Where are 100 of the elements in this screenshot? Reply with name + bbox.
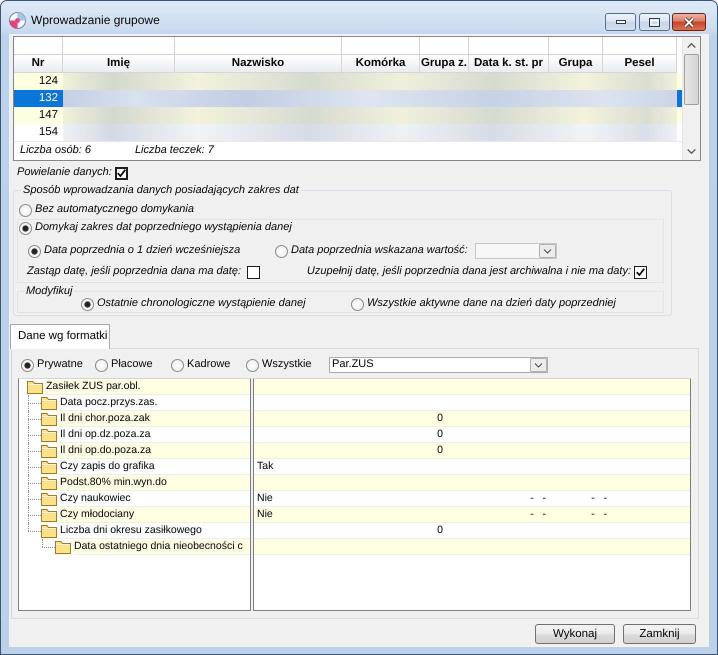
checkbox-label: Zastąp datę, jeśli poprzednia dana ma datę: [27, 265, 242, 279]
dialog-button[interactable]: Wykonaj [535, 624, 615, 644]
checkbox[interactable] [114, 166, 128, 180]
tree-item[interactable]: Il dni chor.poza.zak [59, 411, 250, 427]
row-number: 154 [38, 125, 59, 140]
filter-field[interactable] [63, 37, 175, 55]
radio-button[interactable] [171, 358, 184, 372]
tree-item[interactable]: Czy młodociany [59, 507, 250, 523]
tree-item[interactable]: Czy naukowiec [59, 491, 250, 507]
radio-button[interactable] [19, 204, 32, 216]
maximize-icon [649, 18, 660, 26]
tree-item[interactable]: Data pocz.przys.zas. [59, 395, 250, 411]
filter-field[interactable] [14, 37, 63, 55]
checkmark-icon [116, 169, 126, 177]
row-number: 147 [38, 108, 59, 123]
filter-field[interactable] [420, 37, 469, 55]
option-label: Wszystkie [262, 358, 312, 372]
radio-button[interactable] [19, 222, 32, 234]
filter-field[interactable] [342, 37, 420, 55]
column-header[interactable]: Imię [63, 55, 175, 73]
option-label: Ostatnie chronologiczne wystąpienie danej [97, 297, 306, 311]
column-header[interactable]: Komórka [342, 55, 420, 73]
column-header[interactable]: Data k. st. pr [469, 55, 549, 73]
field-value: - - [590, 491, 607, 506]
radio-button[interactable] [275, 244, 288, 258]
column-header[interactable]: Pesel [603, 55, 677, 73]
checkbox-label: Uzupełnij datę, jeśli poprzednia dana jest archiwalna i nie ma daty: [306, 265, 631, 279]
field-value: Tak [256, 459, 274, 474]
radio-button[interactable] [81, 298, 94, 310]
window-title: Wprowadzanie grupowe [31, 12, 161, 28]
column-header[interactable]: Nazwisko [175, 55, 342, 73]
tree-item[interactable]: Data ostatniego dnia nieobecności c [73, 539, 250, 555]
field-value: 0 [436, 427, 443, 442]
tree-item[interactable]: Zasiłek ZUS par.obl. [45, 379, 250, 395]
summary-text: Liczba osób: 6 [20, 144, 91, 158]
tree-item[interactable]: Il dni op.dz.poza.za [59, 427, 250, 443]
maximize-button[interactable] [639, 13, 670, 31]
tree-item[interactable]: Liczba dni okresu zasiłkowego [59, 523, 250, 539]
close-icon [683, 16, 695, 28]
column-header[interactable]: Grupa z. [420, 55, 469, 73]
filter-field[interactable] [603, 37, 677, 55]
group-title: Modyfikuj [25, 285, 74, 297]
chevron-down-icon [530, 358, 547, 372]
tree-item[interactable]: Czy zapis do grafika [59, 459, 250, 475]
tab[interactable]: Dane wg formatki [10, 324, 110, 349]
checkmark-icon [636, 268, 645, 276]
option-label: Data poprzednia wskazana wartość: [291, 244, 468, 258]
dialog-button[interactable]: Zamknij [623, 624, 696, 644]
folder-icon [55, 540, 71, 554]
option-label: Płacowe [111, 358, 153, 372]
group-title: Sposób wprowadzania danych posiadających zakres dat [22, 183, 300, 197]
row-number: 132 [38, 91, 59, 106]
checkbox[interactable] [634, 266, 647, 278]
column-header[interactable]: Grupa [549, 55, 603, 73]
radio-button[interactable] [351, 298, 364, 310]
close-button[interactable] [672, 13, 706, 31]
checkbox-label: Powielanie danych: [17, 166, 112, 180]
table-row[interactable]: 132 [14, 90, 682, 107]
filter-field[interactable] [175, 37, 342, 55]
folder-icon [41, 492, 57, 506]
folder-icon [41, 508, 57, 522]
option-label: Wszystkie aktywne dane na dzień daty poprzedniej [367, 297, 616, 311]
field-value: 0 [436, 523, 443, 538]
column-header[interactable]: Nr [14, 55, 63, 73]
field-value: Nie [256, 507, 274, 522]
minimize-icon [616, 20, 626, 24]
chevron-down-icon [687, 149, 696, 154]
table-row[interactable]: 124 [14, 73, 682, 90]
filter-field[interactable] [469, 37, 549, 55]
field-value: Nie [256, 491, 274, 506]
folder-icon [41, 476, 57, 490]
app-icon [9, 12, 26, 28]
filter-field[interactable] [549, 37, 603, 55]
chevron-down-icon [539, 244, 556, 258]
checkbox[interactable] [247, 266, 260, 278]
dropdown[interactable]: Par.ZUS [329, 357, 548, 373]
table-row[interactable]: 147 [14, 107, 682, 124]
folder-icon [41, 396, 57, 410]
folder-icon [41, 412, 57, 426]
option-label: Data poprzednia o 1 dzień wcześniejsza [44, 244, 240, 258]
radio-button[interactable] [21, 358, 34, 372]
option-label: Domykaj zakres dat poprzedniego wystąpienia danej [35, 221, 292, 235]
tree-item[interactable]: Il dni op.do.poza.za [59, 443, 250, 459]
radio-button[interactable] [28, 244, 41, 258]
folder-icon [41, 460, 57, 474]
scrollbar-thumb[interactable] [684, 54, 699, 105]
field-value: 0 [436, 443, 443, 458]
tree-item[interactable]: Podst.80% min.wyn.do [59, 475, 250, 491]
folder-icon [41, 428, 57, 442]
option-label: Kadrowe [187, 358, 230, 372]
field-value: 0 [436, 411, 443, 426]
minimize-button[interactable] [605, 13, 636, 31]
radio-button[interactable] [246, 358, 259, 372]
option-label: Bez automatycznego domykania [35, 203, 194, 217]
radio-button[interactable] [95, 358, 108, 372]
folder-icon [27, 380, 43, 394]
field-value: - - [529, 491, 546, 506]
chevron-up-icon [687, 43, 696, 48]
row-number: 124 [38, 74, 59, 89]
summary-text: Liczba teczek: 7 [134, 144, 214, 158]
